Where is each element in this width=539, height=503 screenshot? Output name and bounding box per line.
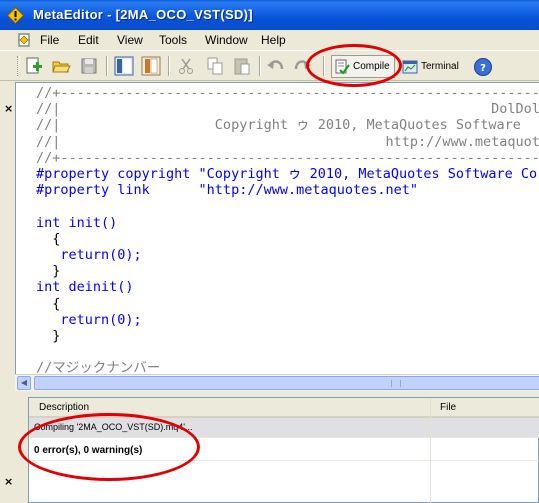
help-icon[interactable]: ? (473, 57, 493, 77)
menu-bar: File Edit View Tools Window Help (0, 30, 539, 51)
terminal-button[interactable]: Terminal (400, 55, 466, 78)
menu-file[interactable]: File (40, 33, 59, 47)
code-line[interactable]: //マジックナンバー (36, 360, 160, 374)
open-icon[interactable] (51, 56, 71, 76)
thumb-grip (391, 380, 401, 387)
code-line[interactable]: int deinit() (36, 279, 134, 295)
navigator-icon[interactable] (114, 56, 134, 76)
menu-tools[interactable]: Tools (159, 33, 187, 47)
code-line[interactable]: #property copyright "Copyright ゥ 2010, M… (36, 166, 539, 182)
terminal-label: Terminal (421, 61, 459, 72)
new-icon[interactable] (24, 56, 44, 76)
toolbar-separator (106, 56, 108, 76)
close-icon[interactable]: × (4, 102, 13, 115)
compile-label: Compile (353, 61, 390, 72)
code-line[interactable]: //| DolDol (36, 101, 539, 117)
toolbar-grip[interactable] (17, 56, 20, 76)
output-row-text: Compiling '2MA_OCO_VST(SD).mq4'... (34, 422, 193, 432)
code-line[interactable]: return(0); (36, 247, 141, 263)
code-line[interactable]: //+-------------------------------------… (36, 85, 539, 101)
output-row-text: 0 error(s), 0 warning(s) (34, 445, 143, 456)
toolbar-separator (168, 56, 170, 76)
svg-text:?: ? (480, 63, 486, 74)
toolbox-close-icon[interactable]: × (4, 475, 13, 488)
toolbox-icon[interactable] (141, 56, 161, 76)
output-panel[interactable]: Description File Compiling '2MA_OCO_VST(… (28, 397, 539, 503)
code-line[interactable]: { (36, 296, 60, 312)
left-panel-strip: × × (0, 82, 15, 502)
menu-help[interactable]: Help (261, 33, 286, 47)
toolbar-separator (323, 56, 325, 76)
save-icon[interactable] (79, 56, 99, 76)
code-line[interactable]: return(0); (36, 312, 141, 328)
menu-window[interactable]: Window (205, 33, 248, 47)
terminal-icon (402, 60, 418, 73)
cut-icon[interactable] (176, 56, 196, 76)
horizontal-scrollbar[interactable]: ◀ (15, 374, 539, 391)
toolbar-separator (259, 56, 261, 76)
code-line[interactable]: { (36, 231, 60, 247)
output-row[interactable]: 0 error(s), 0 warning(s) (29, 439, 539, 461)
undo-icon[interactable] (266, 56, 286, 76)
code-line[interactable]: //| Copyright ゥ 2010, MetaQuotes Softwar… (36, 117, 521, 133)
code-line[interactable]: } (36, 263, 60, 279)
toolbar: Compile Terminal ? (0, 51, 539, 81)
compile-button[interactable]: Compile (331, 55, 395, 78)
code-line[interactable]: #property link "http://www.metaquotes.ne… (36, 182, 418, 198)
code-editor[interactable]: //+-------------------------------------… (15, 82, 539, 374)
output-row[interactable]: Compiling '2MA_OCO_VST(SD).mq4'... (29, 418, 539, 438)
menu-edit[interactable]: Edit (78, 33, 99, 47)
compile-icon (335, 59, 350, 75)
menu-view[interactable]: View (117, 33, 143, 47)
code-line[interactable]: //| http://www.metaquote (36, 134, 539, 150)
column-description[interactable]: Description (39, 402, 89, 413)
output-header: Description File (29, 398, 539, 418)
column-divider (430, 398, 431, 503)
copy-icon[interactable] (205, 56, 225, 76)
scroll-left-icon[interactable]: ◀ (17, 376, 31, 390)
metaeditor-icon (7, 7, 24, 24)
code-line[interactable]: int init() (36, 215, 117, 231)
redo-icon[interactable] (292, 56, 312, 76)
scrollbar-thumb[interactable] (34, 376, 539, 390)
column-file[interactable]: File (440, 402, 456, 413)
document-icon[interactable] (17, 33, 31, 47)
title-bar[interactable]: MetaEditor - [2MA_OCO_VST(SD)] (0, 0, 539, 30)
paste-icon[interactable] (232, 56, 252, 76)
code-line[interactable]: } (36, 328, 60, 344)
toolbox-side-bar (15, 397, 28, 503)
window-title: MetaEditor - [2MA_OCO_VST(SD)] (33, 7, 253, 22)
code-line[interactable]: //+-------------------------------------… (36, 150, 539, 166)
